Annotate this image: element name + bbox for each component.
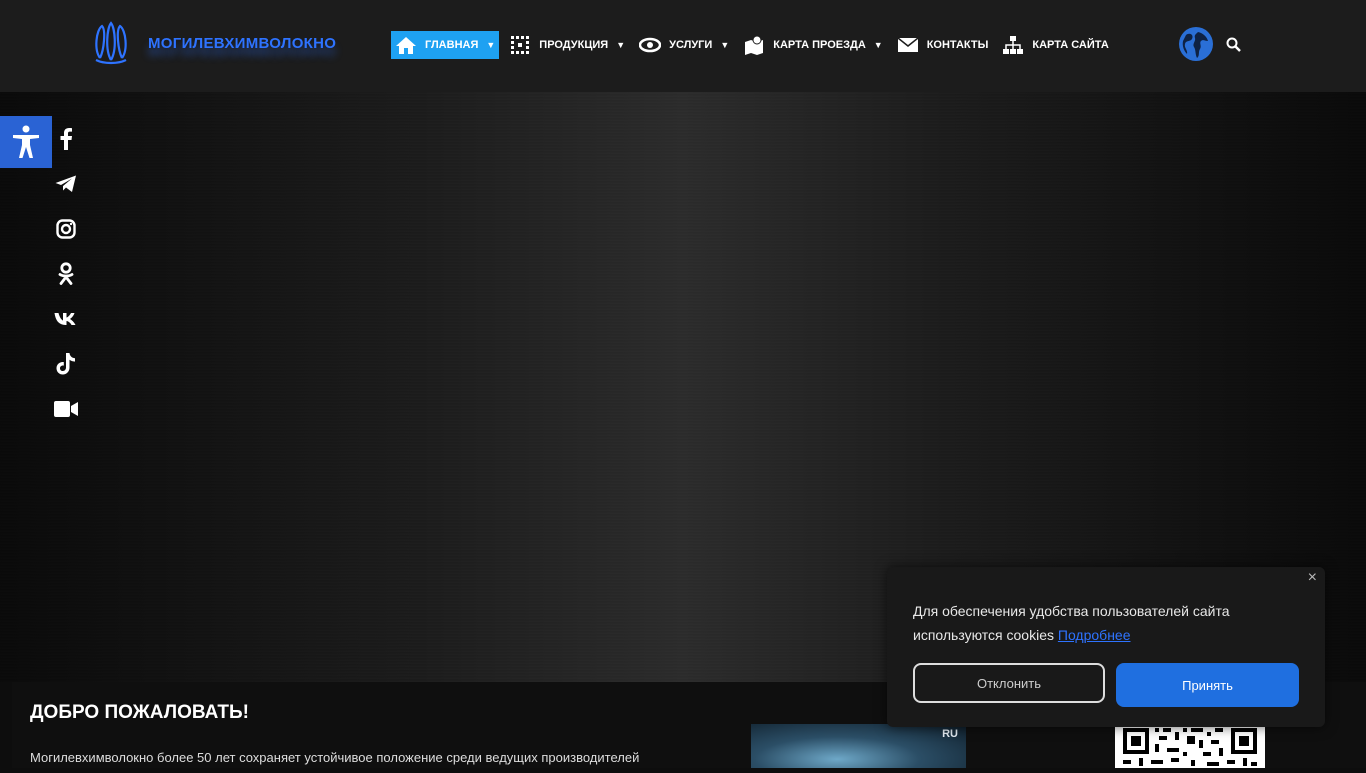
nav-label-home: ГЛАВНАЯ bbox=[425, 39, 479, 51]
language-globe-icon[interactable] bbox=[1178, 26, 1214, 62]
nav-label-contacts: КОНТАКТЫ bbox=[926, 39, 989, 51]
site-header: МОГИЛЕВХИМВОЛОКНО ГЛАВНАЯ ▼ ПРОДУКЦИЯ ▼ … bbox=[0, 0, 1366, 93]
nav-item-map[interactable]: КАРТА ПРОЕЗДА ▼ bbox=[739, 31, 886, 59]
nav-item-contacts[interactable]: КОНТАКТЫ bbox=[893, 31, 993, 59]
tiktok-icon[interactable] bbox=[52, 341, 80, 386]
chevron-down-icon[interactable]: ▼ bbox=[616, 40, 625, 50]
close-icon[interactable]: × bbox=[1308, 569, 1317, 587]
mail-icon bbox=[897, 35, 919, 55]
language-label: RU bbox=[942, 728, 958, 740]
grid-icon bbox=[509, 35, 531, 55]
cookie-more-link[interactable]: Подробнее bbox=[1058, 627, 1131, 643]
qr-code bbox=[1115, 724, 1265, 768]
site-logo[interactable]: МОГИЛЕВХИМВОЛОКНО bbox=[92, 18, 352, 68]
chevron-down-icon[interactable]: ▼ bbox=[720, 40, 729, 50]
video-thumbnail[interactable]: RU bbox=[751, 724, 966, 768]
logo-emblem-icon bbox=[95, 21, 127, 65]
nav-item-sitemap[interactable]: КАРТА САЙТА bbox=[998, 31, 1112, 59]
instagram-icon[interactable] bbox=[52, 206, 80, 251]
home-icon bbox=[395, 35, 417, 55]
accessibility-icon bbox=[13, 125, 39, 158]
nav-label-products: ПРОДУКЦИЯ bbox=[539, 39, 609, 51]
chevron-down-icon[interactable]: ▼ bbox=[874, 40, 883, 50]
accessibility-button[interactable] bbox=[0, 116, 52, 168]
accept-button[interactable]: Принять bbox=[1116, 663, 1299, 707]
welcome-title: ДОБРО ПОЖАЛОВАТЬ! bbox=[30, 702, 250, 723]
map-icon bbox=[743, 35, 765, 55]
nav-item-home[interactable]: ГЛАВНАЯ ▼ bbox=[391, 31, 500, 59]
nav-label-sitemap: КАРТА САЙТА bbox=[1032, 39, 1109, 51]
logo-text: МОГИЛЕВХИМВОЛОКНО bbox=[148, 34, 337, 52]
welcome-text: Могилевхимволокно более 50 лет сохраняет… bbox=[30, 750, 640, 765]
facebook-icon[interactable] bbox=[52, 116, 80, 161]
nav-item-products[interactable]: ПРОДУКЦИЯ ▼ bbox=[505, 31, 629, 59]
telegram-icon[interactable] bbox=[52, 161, 80, 206]
nav-label-services: УСЛУГИ bbox=[669, 39, 713, 51]
decline-button[interactable]: Отклонить bbox=[913, 663, 1105, 703]
vk-icon[interactable] bbox=[52, 296, 80, 341]
cookie-banner: × Для обеспечения удобства пользователей… bbox=[887, 567, 1325, 727]
nav-item-services[interactable]: УСЛУГИ ▼ bbox=[635, 31, 733, 59]
cookie-message: Для обеспечения удобства пользователей с… bbox=[913, 599, 1303, 647]
chevron-down-icon[interactable]: ▼ bbox=[486, 40, 495, 50]
odnoklassniki-icon[interactable] bbox=[52, 251, 80, 296]
service-icon bbox=[639, 35, 662, 55]
sitemap-icon bbox=[1002, 35, 1024, 55]
nav-label-map: КАРТА ПРОЕЗДА bbox=[773, 39, 866, 51]
video-icon[interactable] bbox=[52, 386, 80, 431]
main-nav: ГЛАВНАЯ ▼ ПРОДУКЦИЯ ▼ УСЛУГИ ▼ КАРТА ПРО… bbox=[391, 31, 1119, 59]
social-links bbox=[52, 116, 80, 431]
search-icon[interactable] bbox=[1226, 37, 1242, 53]
